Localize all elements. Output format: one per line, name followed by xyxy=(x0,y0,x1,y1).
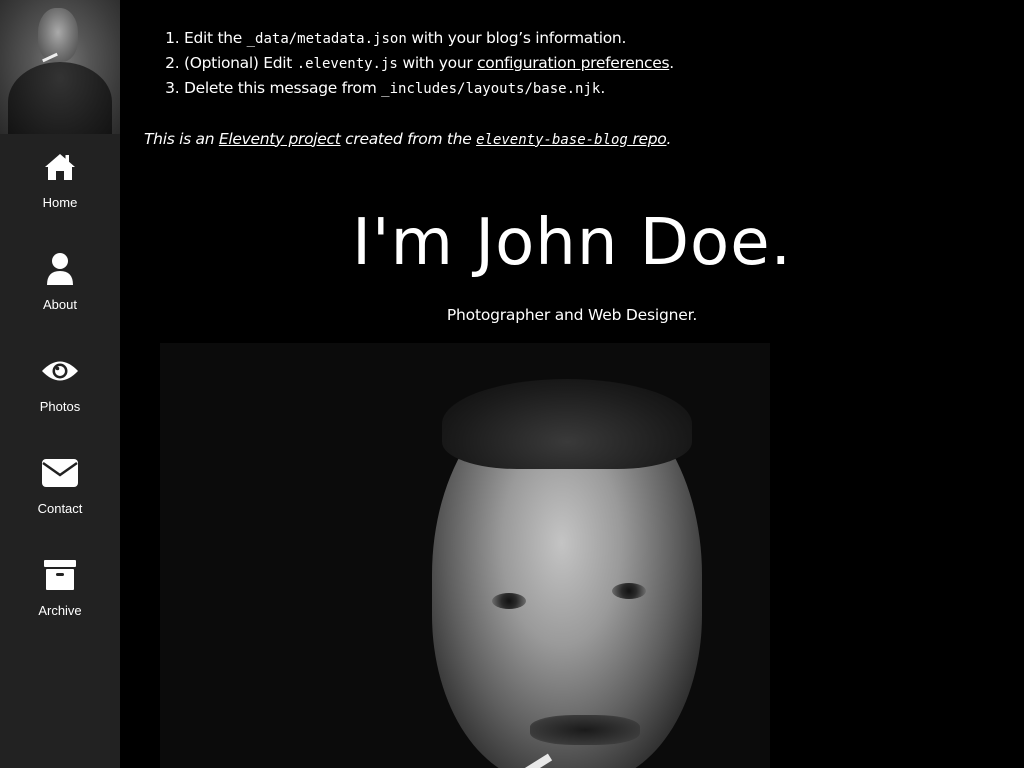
project-note: This is an Eleventy project created from… xyxy=(144,129,672,148)
user-icon xyxy=(0,250,120,288)
code-path: .eleventy.js xyxy=(296,56,398,72)
sidebar-item-archive[interactable]: Archive xyxy=(0,542,120,644)
sidebar: Home About Photos Contact Archive xyxy=(0,0,120,768)
envelope-icon xyxy=(0,454,120,492)
sidebar-item-photos[interactable]: Photos xyxy=(0,338,120,440)
sidebar-item-label: Archive xyxy=(38,603,82,618)
list-item: Edit the _data/metadata.json with your b… xyxy=(184,26,674,51)
eleventy-base-blog-repo-link[interactable]: eleventy-base-blog repo xyxy=(476,130,667,148)
sidebar-item-contact[interactable]: Contact xyxy=(0,440,120,542)
home-icon xyxy=(0,148,120,186)
sidebar-item-about[interactable]: About xyxy=(0,236,120,338)
setup-steps-list: Edit the _data/metadata.json with your b… xyxy=(146,26,674,101)
list-item: Delete this message from _includes/layou… xyxy=(184,76,674,101)
configuration-preferences-link[interactable]: configuration preferences xyxy=(477,54,669,72)
sidebar-item-home[interactable]: Home xyxy=(0,134,120,236)
eleventy-project-link[interactable]: Eleventy project xyxy=(219,130,341,148)
main-content: Edit the _data/metadata.json with your b… xyxy=(120,0,1024,768)
archive-icon xyxy=(0,556,120,594)
code-path: _data/metadata.json xyxy=(246,31,407,47)
eye-icon xyxy=(0,352,120,390)
page-subtitle: Photographer and Web Designer. xyxy=(446,306,698,324)
avatar xyxy=(0,0,120,134)
sidebar-item-label: About xyxy=(43,297,77,312)
list-item: (Optional) Edit .eleventy.js with your c… xyxy=(184,51,674,76)
sidebar-item-label: Home xyxy=(42,195,78,210)
code-path: _includes/layouts/base.njk xyxy=(381,81,601,97)
sidebar-item-label: Photos xyxy=(39,399,81,414)
page-title: I'm John Doe. xyxy=(352,206,792,280)
portrait-photo xyxy=(160,343,770,768)
sidebar-item-label: Contact xyxy=(37,501,83,516)
